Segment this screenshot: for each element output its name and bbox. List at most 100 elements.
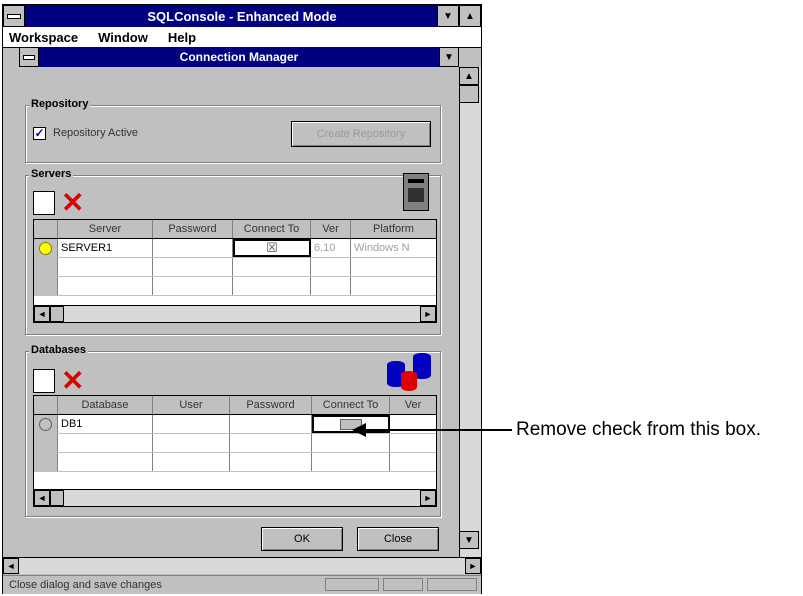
scroll-track[interactable]: [64, 306, 420, 322]
workspace-scroll-up-button[interactable]: ▲: [459, 67, 479, 85]
new-server-icon[interactable]: [33, 191, 55, 215]
workspace-scroll-thumb[interactable]: [459, 85, 479, 103]
servers-horizontal-scrollbar[interactable]: ◄ ►: [34, 305, 436, 322]
column-ver[interactable]: Ver: [390, 396, 436, 414]
repository-active-checkbox[interactable]: ✓: [33, 127, 46, 140]
dialog-minimize-icon: ▼: [444, 51, 454, 63]
table-row[interactable]: [34, 434, 436, 453]
scroll-right-icon: ►: [423, 493, 433, 503]
workspace-vertical-scrollbar[interactable]: [459, 67, 481, 557]
new-database-icon[interactable]: [33, 369, 55, 393]
row-header-cell: [34, 396, 58, 414]
server-connect-to-cell[interactable]: ☒: [233, 239, 311, 257]
callout-arrowhead: [352, 423, 366, 437]
scroll-left-button[interactable]: ◄: [3, 558, 19, 574]
servers-grid[interactable]: Server Password Connect To Ver Platform …: [33, 219, 437, 323]
column-ver[interactable]: Ver: [311, 220, 351, 238]
table-row[interactable]: DB1: [34, 415, 436, 434]
table-row[interactable]: [34, 277, 436, 296]
table-row[interactable]: [34, 453, 436, 472]
ok-button[interactable]: OK: [261, 527, 343, 551]
dialog-system-menu-button[interactable]: [19, 47, 39, 67]
servers-grid-header: Server Password Connect To Ver Platform: [34, 220, 436, 239]
system-menu-button[interactable]: [3, 5, 25, 27]
scroll-right-button[interactable]: ►: [420, 306, 436, 322]
create-repository-button[interactable]: Create Repository: [291, 121, 431, 147]
table-row[interactable]: SERVER1 ☒ 6.10 Windows N: [34, 239, 436, 258]
minimize-button[interactable]: ▼: [437, 5, 459, 27]
close-button[interactable]: Close: [357, 527, 439, 551]
row-marker: [34, 415, 58, 433]
maximize-button[interactable]: ▲: [459, 5, 481, 27]
scroll-left-icon: ◄: [37, 493, 47, 503]
column-password[interactable]: Password: [153, 220, 233, 238]
scroll-right-button[interactable]: ►: [465, 558, 481, 574]
databases-label: Databases: [29, 344, 89, 356]
scroll-thumb[interactable]: [50, 490, 64, 506]
app-title-bar[interactable]: SQLConsole - Enhanced Mode: [3, 5, 481, 27]
server-name-cell[interactable]: SERVER1: [58, 239, 153, 257]
dialog-title: Connection Manager: [179, 50, 299, 64]
menu-workspace[interactable]: Workspace: [9, 30, 78, 45]
dialog-system-menu-icon: [23, 54, 35, 60]
delete-database-icon[interactable]: ✕: [61, 367, 84, 395]
annotation-text: Remove check from this box.: [516, 419, 761, 440]
database-icon: [387, 351, 435, 393]
menu-help[interactable]: Help: [168, 30, 196, 45]
scroll-left-button[interactable]: ◄: [34, 490, 50, 506]
maximize-icon: ▲: [465, 10, 475, 22]
lightbulb-off-icon: [39, 417, 52, 431]
column-database[interactable]: Database: [58, 396, 153, 414]
server-password-cell[interactable]: [153, 239, 233, 257]
status-panel: [427, 578, 477, 591]
column-platform[interactable]: Platform: [351, 220, 436, 238]
menu-bar: Workspace Window Help: [3, 27, 481, 48]
server-platform-cell: Windows N: [354, 242, 410, 254]
servers-label: Servers: [29, 168, 74, 180]
database-user-cell[interactable]: [153, 415, 230, 433]
callout-line: [357, 429, 512, 431]
scroll-left-icon: ◄: [37, 309, 47, 319]
dialog-title-bar[interactable]: Connection Manager: [19, 47, 459, 67]
scroll-right-icon: ►: [468, 561, 478, 571]
status-panel: [383, 578, 423, 591]
repository-label: Repository: [29, 98, 91, 110]
scroll-right-button[interactable]: ►: [420, 490, 436, 506]
scroll-track[interactable]: [64, 490, 420, 506]
column-password[interactable]: Password: [230, 396, 312, 414]
databases-grid-header: Database User Password Connect To Ver: [34, 396, 436, 415]
column-user[interactable]: User: [153, 396, 230, 414]
server-icon: [403, 173, 429, 211]
workspace-horizontal-scrollbar[interactable]: ◄ ►: [3, 557, 481, 574]
sqlconsole-window: SQLConsole - Enhanced Mode ▼ ▲ Workspace…: [2, 4, 482, 594]
minimize-icon: ▼: [443, 10, 453, 22]
dialog-minimize-button[interactable]: ▼: [439, 47, 459, 67]
scroll-track[interactable]: [19, 558, 465, 574]
column-connect-to[interactable]: Connect To: [312, 396, 390, 414]
lightbulb-icon: [39, 241, 52, 255]
scroll-up-icon: ▲: [464, 70, 474, 82]
database-password-cell[interactable]: [230, 415, 312, 433]
column-connect-to[interactable]: Connect To: [233, 220, 311, 238]
scroll-right-icon: ►: [423, 309, 433, 319]
scroll-left-button[interactable]: ◄: [34, 306, 50, 322]
databases-horizontal-scrollbar[interactable]: ◄ ►: [34, 489, 436, 506]
scroll-thumb[interactable]: [50, 306, 64, 322]
scroll-left-icon: ◄: [6, 561, 16, 571]
databases-grid[interactable]: Database User Password Connect To Ver DB…: [33, 395, 437, 507]
column-server[interactable]: Server: [58, 220, 153, 238]
row-header-cell: [34, 220, 58, 238]
scroll-down-icon: ▼: [464, 534, 474, 546]
table-row[interactable]: [34, 258, 436, 277]
delete-server-icon[interactable]: ✕: [61, 189, 84, 217]
app-title: SQLConsole - Enhanced Mode: [147, 8, 337, 24]
workspace-scroll-down-button[interactable]: ▼: [459, 531, 479, 549]
menu-window[interactable]: Window: [98, 30, 148, 45]
connect-to-checkbox[interactable]: ☒: [266, 241, 278, 255]
row-marker: [34, 239, 58, 257]
repository-active-label: Repository Active: [53, 127, 138, 139]
status-text: Close dialog and save changes: [9, 579, 162, 591]
server-ver-cell: 6.10: [311, 239, 351, 257]
status-bar: Close dialog and save changes: [3, 575, 481, 594]
database-name-cell[interactable]: DB1: [58, 415, 153, 433]
